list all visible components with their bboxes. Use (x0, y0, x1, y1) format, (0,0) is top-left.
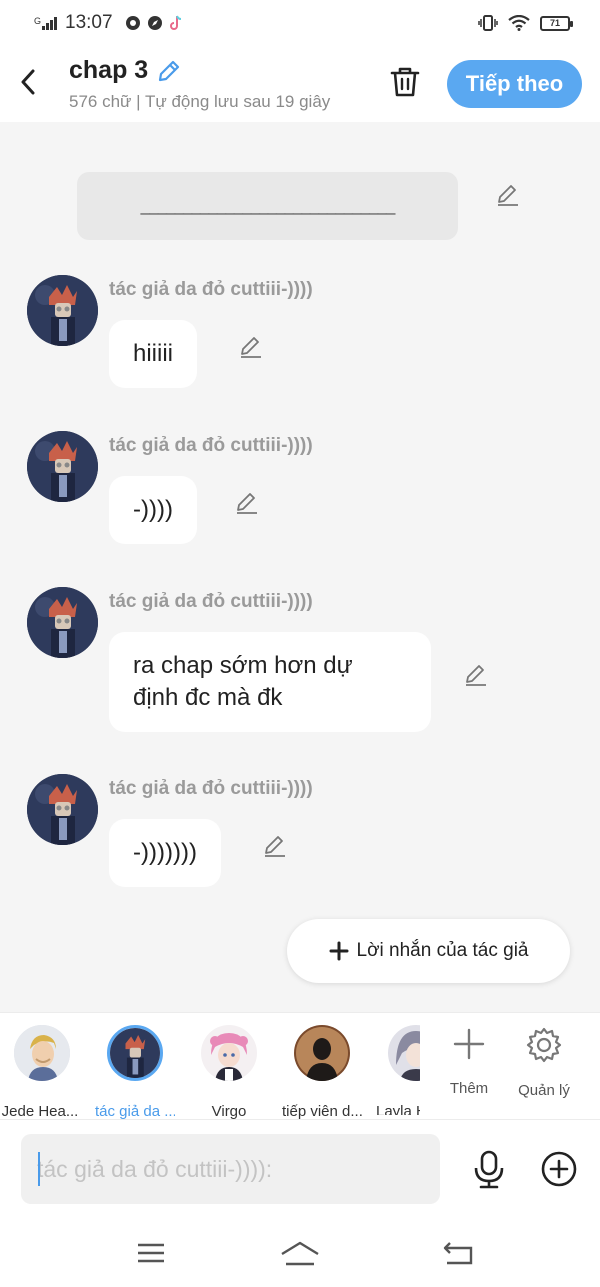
plus-icon (329, 941, 349, 961)
text-caret (38, 1152, 40, 1186)
character-avatar (294, 1025, 350, 1081)
add-label: Thêm (449, 1080, 489, 1097)
home-button[interactable] (280, 1238, 320, 1268)
back-nav-icon (443, 1242, 473, 1265)
trash-icon (390, 67, 420, 97)
avatar-image (201, 1025, 257, 1081)
mic-icon (474, 1150, 504, 1189)
app-notification-icon (125, 16, 140, 30)
dialogue-bubble[interactable]: ra chap sớm hơn dự định đc mà đk (109, 632, 431, 732)
avatar-image (388, 1025, 420, 1081)
character-avatar (201, 1025, 257, 1081)
word-count-autosave: 576 chữ | Tự động lưu sau 19 giây (69, 92, 331, 111)
character-selector: Jede Hea... tác giả da ... Virgo tiếp vi… (0, 1012, 600, 1120)
character-name: tiếp viên d... (282, 1103, 362, 1120)
dialogue-line: ra chap sớm hơn dự (133, 652, 353, 679)
character-avatar[interactable] (27, 275, 98, 346)
character-option[interactable]: tác giả da ... (95, 1025, 175, 1120)
editor-header: chap 3 576 chữ | Tự động lưu sau 19 giây… (0, 46, 600, 122)
recent-apps-button[interactable] (131, 1238, 171, 1268)
dialogue-input[interactable] (21, 1134, 440, 1204)
author-note-label: Lời nhắn của tác giả (356, 940, 529, 961)
voice-input-button[interactable] (472, 1150, 506, 1190)
add-character-button[interactable]: Thêm (434, 1027, 504, 1097)
character-avatar (388, 1025, 420, 1081)
tiktok-icon (169, 15, 181, 30)
avatar-image (27, 587, 98, 658)
character-option[interactable]: Layla H (370, 1025, 420, 1115)
character-name: Jede Hea... (1, 1103, 79, 1120)
edit-message-pencil-icon[interactable] (238, 334, 264, 360)
edit-message-pencil-icon[interactable] (463, 662, 489, 688)
signal-icon: G (34, 16, 58, 30)
plus-circle-icon (541, 1151, 577, 1187)
dialogue-bubble[interactable]: -))))))) (109, 819, 221, 887)
next-button[interactable]: Tiếp theo (447, 60, 582, 108)
dialogue-bubble[interactable]: -)))) (109, 476, 197, 544)
status-time: 13:07 (65, 12, 113, 33)
author-note-button[interactable]: Lời nhắn của tác giả (287, 919, 570, 983)
dialogue-bubble[interactable]: hiiiii (109, 320, 198, 388)
battery-icon: 71 (540, 15, 573, 31)
avatar-image (27, 431, 98, 502)
story-content[interactable]: ______________________________ tác giả d… (0, 122, 600, 1012)
gear-icon (526, 1027, 562, 1063)
character-avatar (14, 1025, 70, 1081)
avatar-image (110, 1028, 160, 1078)
edit-narration-pencil-icon[interactable] (495, 182, 521, 208)
plus-icon (453, 1028, 485, 1060)
character-avatar[interactable] (27, 774, 98, 845)
wifi-icon (508, 15, 530, 31)
character-option[interactable]: Virgo (189, 1025, 269, 1120)
character-name: tác giả da đỏ cuttiii-)))) (109, 778, 313, 799)
vibrate-icon (478, 15, 498, 31)
character-avatar (107, 1025, 163, 1081)
character-name: tác giả da ... (95, 1103, 175, 1120)
narration-block[interactable]: ______________________________ (77, 172, 458, 240)
system-back-button[interactable] (438, 1238, 478, 1268)
character-name: Virgo (211, 1103, 247, 1120)
add-content-button[interactable] (541, 1151, 577, 1187)
chapter-title: chap 3 (69, 56, 149, 84)
input-bar (0, 1120, 600, 1218)
character-name: tác giả da đỏ cuttiii-)))) (109, 435, 313, 456)
system-nav-bar (0, 1218, 600, 1287)
avatar-image (27, 275, 98, 346)
edit-message-pencil-icon[interactable] (262, 833, 288, 859)
character-avatar[interactable] (27, 587, 98, 658)
back-button[interactable] (14, 66, 42, 98)
avatar-image (14, 1025, 70, 1081)
title-area: chap 3 576 chữ | Tự động lưu sau 19 giây (69, 56, 361, 112)
avatar-image (27, 774, 98, 845)
avatar-image (294, 1025, 350, 1081)
manage-characters-button[interactable]: Quản lý (509, 1027, 579, 1099)
manage-label: Quản lý (518, 1082, 570, 1099)
edit-title-pencil-icon[interactable] (156, 58, 182, 84)
delete-button[interactable] (388, 64, 422, 100)
menu-icon (138, 1243, 164, 1263)
character-option[interactable]: tiếp viên d... (282, 1025, 362, 1120)
network-type: G (34, 16, 42, 26)
compass-notification-icon (147, 16, 162, 30)
back-icon (21, 69, 35, 95)
character-name: tác giả da đỏ cuttiii-)))) (109, 279, 313, 300)
character-option[interactable]: Jede Hea... (0, 1025, 80, 1120)
edit-message-pencil-icon[interactable] (234, 490, 260, 516)
character-name: tác giả da đỏ cuttiii-)))) (109, 591, 313, 612)
dialogue-line: định đc mà đk (133, 684, 283, 711)
home-icon (281, 1241, 319, 1266)
status-bar: G 13:07 71 (0, 0, 600, 46)
character-name: Layla H (376, 1103, 420, 1115)
character-avatar[interactable] (27, 431, 98, 502)
